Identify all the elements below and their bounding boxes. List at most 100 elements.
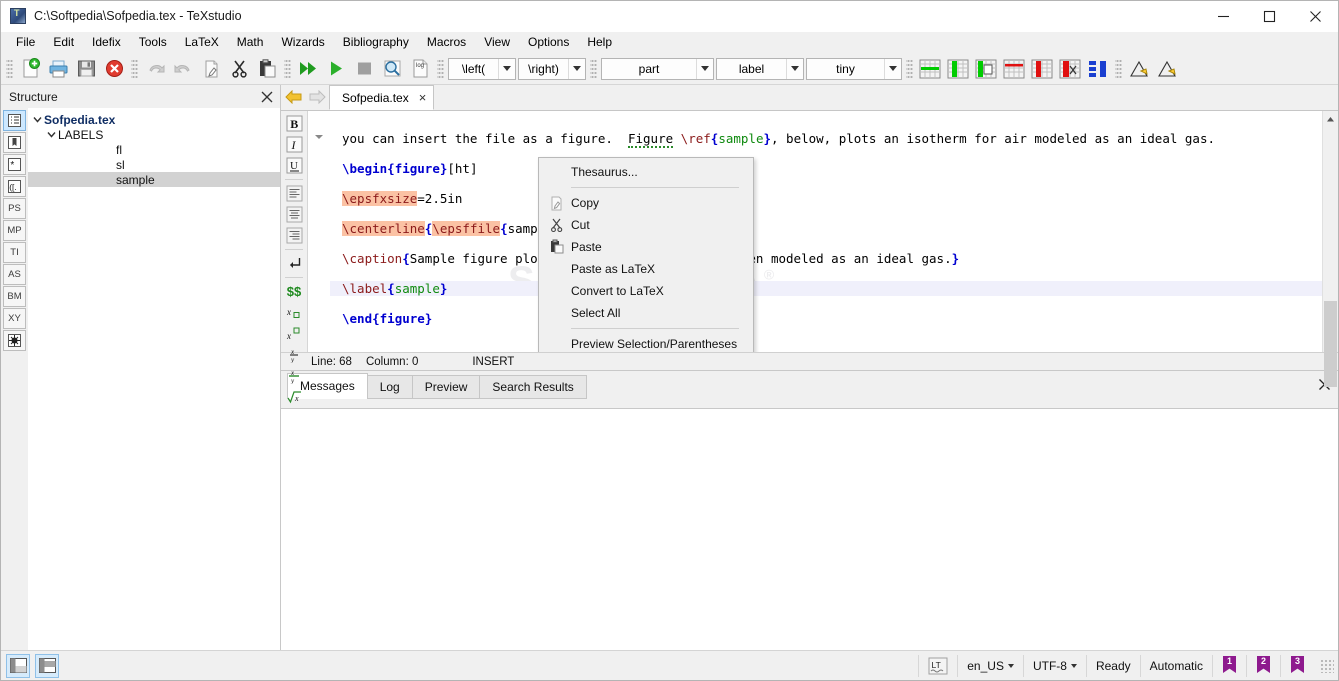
- toggle-structure-panel-icon[interactable]: [6, 653, 30, 678]
- menu-view[interactable]: View: [475, 33, 519, 52]
- remove-column-icon[interactable]: [1028, 56, 1056, 82]
- structure-view-icon[interactable]: [3, 110, 26, 131]
- paste-column-icon[interactable]: [972, 56, 1000, 82]
- stop-icon[interactable]: [350, 56, 378, 82]
- context-menu-item-paste-as-latex[interactable]: Paste as LaTeX: [539, 258, 753, 280]
- tree-item-sample[interactable]: sample: [28, 172, 280, 187]
- as-symbols-icon[interactable]: AS: [3, 264, 26, 285]
- menu-tools[interactable]: Tools: [130, 33, 176, 52]
- encoding-selector[interactable]: UTF-8: [1022, 654, 1086, 677]
- toolbar-drag-handle-5[interactable]: [590, 57, 597, 80]
- toolbar-drag-handle-3[interactable]: [284, 57, 291, 80]
- close-document-icon[interactable]: [100, 56, 128, 82]
- tab-preview[interactable]: Preview: [411, 375, 481, 399]
- code-editor[interactable]: SOFTPEDIA® you can insert the file as a …: [308, 111, 1322, 352]
- menu-help[interactable]: Help: [578, 33, 621, 52]
- language-selector[interactable]: en_US: [957, 654, 1023, 677]
- structure-tree[interactable]: Sofpedia.tex LABELS fl sl sample: [28, 108, 280, 650]
- ps-symbols-icon[interactable]: PS: [3, 198, 26, 219]
- toolbar-drag-handle-6[interactable]: [906, 57, 913, 80]
- tree-item-labels[interactable]: LABELS: [28, 127, 280, 142]
- paste-icon[interactable]: [253, 56, 281, 82]
- menu-bibliography[interactable]: Bibliography: [334, 33, 418, 52]
- redo-icon[interactable]: [169, 56, 197, 82]
- menu-macros[interactable]: Macros: [418, 33, 475, 52]
- warning-right-icon[interactable]: [1153, 56, 1181, 82]
- compile-icon[interactable]: [322, 56, 350, 82]
- chevron-down-icon[interactable]: [44, 128, 58, 142]
- context-menu-item-cut[interactable]: Cut: [539, 214, 753, 236]
- cut-icon[interactable]: [225, 56, 253, 82]
- context-menu-item-paste[interactable]: Paste: [539, 236, 753, 258]
- tree-item-document[interactable]: Sofpedia.tex: [28, 112, 280, 127]
- underline-icon[interactable]: U: [283, 155, 305, 176]
- context-menu-item-preview-selection[interactable]: Preview Selection/Parentheses: [539, 333, 753, 352]
- chevron-down-icon[interactable]: [884, 58, 901, 79]
- view-log-icon[interactable]: log: [406, 56, 434, 82]
- bookmark-3-button[interactable]: 3: [1280, 654, 1314, 677]
- chevron-down-icon[interactable]: [696, 58, 713, 79]
- messages-output-area[interactable]: [281, 408, 1338, 650]
- tree-item-sl[interactable]: sl: [28, 157, 280, 172]
- copy-icon[interactable]: [197, 56, 225, 82]
- code-text[interactable]: you can insert the file as a figure. Fig…: [330, 111, 1322, 352]
- undo-icon[interactable]: [141, 56, 169, 82]
- symbols-icon[interactable]: *: [3, 154, 26, 175]
- menu-math[interactable]: Math: [228, 33, 273, 52]
- toolbar-drag-handle-2[interactable]: [131, 57, 138, 80]
- close-icon[interactable]: [258, 88, 276, 106]
- fontsize-combo[interactable]: tiny: [806, 57, 902, 80]
- xy-symbols-icon[interactable]: XY: [3, 308, 26, 329]
- print-icon[interactable]: [44, 56, 72, 82]
- tab-log[interactable]: Log: [366, 375, 413, 399]
- fold-gutter[interactable]: [308, 111, 330, 352]
- dfrac-icon[interactable]: xy: [283, 365, 305, 386]
- bookmarks-icon[interactable]: [3, 132, 26, 153]
- bookmark-1-button[interactable]: 1: [1212, 654, 1246, 677]
- language-tool-indicator[interactable]: LT: [918, 654, 957, 677]
- right-bracket-combo[interactable]: \right): [518, 57, 586, 80]
- menu-idefix[interactable]: Idefix: [83, 33, 130, 52]
- close-button[interactable]: [1292, 1, 1338, 32]
- superscript-icon[interactable]: x: [283, 323, 305, 344]
- chevron-down-icon[interactable]: [786, 58, 803, 79]
- menu-wizards[interactable]: Wizards: [272, 33, 333, 52]
- fold-marker-icon[interactable]: [314, 131, 324, 145]
- chevron-down-icon[interactable]: [1070, 663, 1077, 668]
- subscript-icon[interactable]: x: [283, 302, 305, 323]
- context-menu-item-thesaurus[interactable]: Thesaurus...: [539, 161, 753, 183]
- context-menu-item-copy[interactable]: Copy: [539, 192, 753, 214]
- tab-search-results[interactable]: Search Results: [479, 375, 587, 399]
- bm-symbols-icon[interactable]: BM: [3, 286, 26, 307]
- italic-icon[interactable]: I: [283, 134, 305, 155]
- new-document-icon[interactable]: [16, 56, 44, 82]
- align-center-icon[interactable]: [283, 204, 305, 225]
- maximize-button[interactable]: [1246, 1, 1292, 32]
- scrollbar-thumb[interactable]: [1324, 301, 1337, 387]
- toolbar-drag-handle-7[interactable]: [1115, 57, 1122, 80]
- resize-grip[interactable]: [1320, 658, 1334, 673]
- menu-latex[interactable]: LaTeX: [176, 33, 228, 52]
- chevron-down-icon[interactable]: [568, 58, 585, 79]
- scroll-up-icon[interactable]: [1323, 111, 1338, 127]
- brackets-icon[interactable]: ([.: [3, 176, 26, 197]
- remove-row-icon[interactable]: [1000, 56, 1028, 82]
- extra-symbols-icon[interactable]: [3, 330, 26, 351]
- math-mode-icon[interactable]: $$: [283, 281, 305, 302]
- toolbar-drag-handle[interactable]: [6, 57, 13, 80]
- bookmark-2-button[interactable]: 2: [1246, 654, 1280, 677]
- cut-column-icon[interactable]: [1056, 56, 1084, 82]
- toggle-output-panel-icon[interactable]: [35, 653, 59, 678]
- left-bracket-combo[interactable]: \left(: [448, 57, 516, 80]
- ti-symbols-icon[interactable]: TI: [3, 242, 26, 263]
- scrollbar-track[interactable]: [1323, 127, 1338, 387]
- section-combo[interactable]: part: [601, 57, 714, 80]
- save-icon[interactable]: [72, 56, 100, 82]
- bold-icon[interactable]: B: [283, 113, 305, 134]
- chevron-down-icon[interactable]: [498, 58, 515, 79]
- newline-icon[interactable]: [283, 253, 305, 274]
- menu-edit[interactable]: Edit: [44, 33, 83, 52]
- view-icon[interactable]: [378, 56, 406, 82]
- fraction-icon[interactable]: xy: [283, 344, 305, 365]
- editor-context-menu[interactable]: Thesaurus... Copy Cut Paste Paste as LaT…: [538, 157, 754, 352]
